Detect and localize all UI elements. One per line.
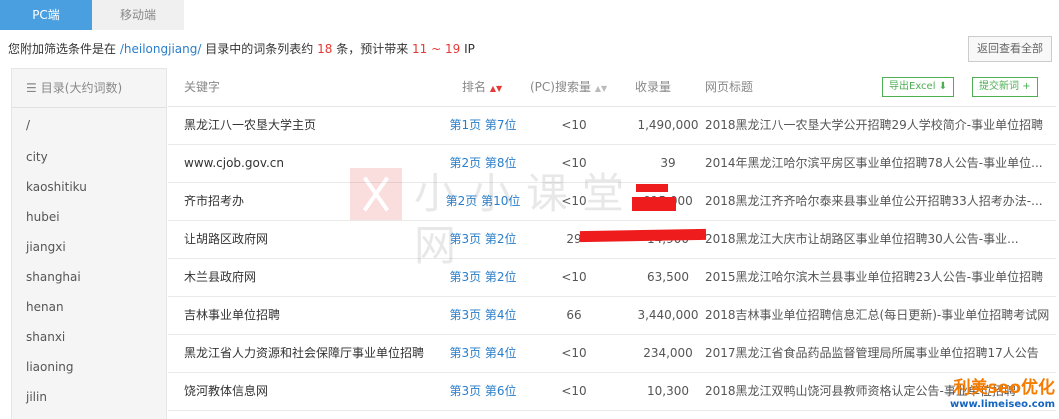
directory-sidebar: ☰ 目录(大约词数) / city kaoshitiku hubei jiangx… bbox=[11, 68, 167, 419]
sort-ascending-icon: ▲▼ bbox=[489, 84, 503, 93]
row-indexed-count: 3,440,000 bbox=[637, 308, 699, 322]
sidebar-header: ☰ 目录(大约词数) bbox=[12, 69, 166, 108]
filter-directory-link[interactable]: /heilongjiang/ bbox=[120, 42, 202, 56]
row-keyword: www.cjob.gov.cn bbox=[184, 156, 285, 170]
row-keyword: 黑龙江八一农垦大学主页 bbox=[184, 118, 317, 132]
sidebar-item-henan[interactable]: henan bbox=[12, 292, 166, 322]
filter-ip-high: 19 bbox=[445, 42, 461, 56]
redaction-mark bbox=[579, 228, 707, 243]
row-page-title: 2014年黑龙江哈尔滨平房区事业单位招聘78人公告-事业单位... bbox=[705, 156, 1043, 170]
row-keyword: 黑龙江省人力资源和社会保障厅事业单位招聘 bbox=[184, 346, 425, 360]
platform-tabs: PC端 移动端 bbox=[0, 0, 184, 30]
download-icon: ⬇ bbox=[938, 81, 948, 92]
row-indexed-count: 1,490,000 bbox=[637, 118, 699, 132]
sidebar-item-hubei[interactable]: hubei bbox=[12, 202, 166, 232]
table-row: 吉林事业单位招聘 第3页 第4位 66 3,440,000 2018吉林事业单位… bbox=[168, 297, 1056, 335]
row-indexed-count: 10,300 bbox=[647, 384, 689, 398]
filter-suffix: IP bbox=[464, 42, 475, 56]
table-row: 齐市招考办 第2页 第10位 <10 915,000 2018黑龙江齐齐哈尔泰来… bbox=[168, 183, 1056, 221]
column-search-volume[interactable]: (PC)搜索量 ▲▼ bbox=[530, 68, 607, 106]
row-search-volume: <10 bbox=[561, 346, 587, 360]
row-indexed-count: 234,000 bbox=[643, 346, 693, 360]
row-keyword: 吉林事业单位招聘 bbox=[184, 308, 281, 322]
row-rank-link[interactable]: 第1页 第7位 bbox=[438, 107, 528, 144]
sidebar-item-root[interactable]: / bbox=[12, 108, 166, 142]
row-keyword: 木兰县政府网 bbox=[184, 270, 257, 284]
row-keyword: 饶河教体信息网 bbox=[184, 384, 269, 398]
export-excel-button[interactable]: 导出Excel ⬇ bbox=[882, 77, 955, 97]
row-rank-link[interactable]: 第3页 第4位 bbox=[438, 297, 528, 334]
sidebar-item-city[interactable]: city bbox=[12, 142, 166, 172]
brand-title: 利美seo优化 bbox=[953, 378, 1055, 398]
row-rank-link[interactable]: 第3页 第4位 bbox=[438, 335, 528, 372]
row-search-volume: <10 bbox=[561, 194, 587, 208]
reset-view-all-button[interactable]: 返回查看全部 bbox=[968, 36, 1052, 62]
plus-icon: + bbox=[1022, 81, 1031, 92]
column-indexed: 收录量 bbox=[635, 80, 672, 94]
submit-new-word-button[interactable]: 提交新词 + bbox=[972, 77, 1038, 97]
sort-icon: ▲▼ bbox=[594, 84, 608, 93]
row-page-title: 2015黑龙江哈尔滨木兰县事业单位招聘23人公告-事业单位招聘 bbox=[705, 270, 1044, 284]
sidebar-item-jilin[interactable]: jilin bbox=[12, 382, 166, 412]
brand-watermark: 利美seo优化 www.limeiseo.com bbox=[950, 378, 1055, 411]
column-keyword: 关键字 bbox=[184, 80, 221, 94]
filter-ip-low: 11 bbox=[412, 42, 428, 56]
filter-tilde: ~ bbox=[431, 42, 442, 56]
row-search-volume: <10 bbox=[561, 384, 587, 398]
sidebar-item-jiangxi[interactable]: jiangxi bbox=[12, 232, 166, 262]
sidebar-item-liaoning[interactable]: liaoning bbox=[12, 352, 166, 382]
column-rank[interactable]: 排名 ▲▼ bbox=[462, 68, 502, 106]
redaction-mark bbox=[636, 184, 668, 192]
row-search-volume: 66 bbox=[566, 308, 582, 322]
tab-pc[interactable]: PC端 bbox=[0, 0, 92, 30]
tab-mobile[interactable]: 移动端 bbox=[92, 0, 184, 30]
filter-mid-text: 目录中的词条列表约 bbox=[205, 42, 314, 56]
filter-prefix: 您附加筛选条件是在 bbox=[8, 42, 117, 56]
table-row: 饶河教体信息网 第3页 第6位 <10 10,300 2018黑龙江双鸭山饶河县… bbox=[168, 373, 1056, 411]
row-page-title: 2018吉林事业单位招聘信息汇总(每日更新)-事业单位招聘考试网 bbox=[705, 308, 1050, 322]
table-row: www.cjob.gov.cn 第2页 第8位 <10 39 2014年黑龙江哈… bbox=[168, 145, 1056, 183]
table-header: 关键字 排名 ▲▼ (PC)搜索量 ▲▼ 收录量 网页标题 导出Excel ⬇ … bbox=[168, 68, 1056, 107]
row-search-volume: <10 bbox=[561, 118, 587, 132]
row-keyword: 齐市招考办 bbox=[184, 194, 245, 208]
row-page-title: 2018黑龙江八一农垦大学公开招聘29人学校简介-事业单位招聘 bbox=[705, 118, 1044, 132]
table-row: 黑龙江八一农垦大学主页 第1页 第7位 <10 1,490,000 2018黑龙… bbox=[168, 107, 1056, 145]
redaction-mark bbox=[632, 197, 676, 211]
table-row: 木兰县政府网 第3页 第2位 <10 63,500 2015黑龙江哈尔滨木兰县事… bbox=[168, 259, 1056, 297]
export-excel-label: 导出Excel bbox=[889, 81, 936, 92]
filter-summary: 您附加筛选条件是在 /heilongjiang/ 目录中的词条列表约 18 条，… bbox=[8, 40, 475, 57]
row-page-title: 2017黑龙江省食品药品监督管理局所属事业单位招聘17人公告 bbox=[705, 346, 1039, 360]
brand-url: www.limeiseo.com bbox=[950, 399, 1055, 410]
row-rank-link[interactable]: 第3页 第6位 bbox=[438, 373, 528, 410]
filter-count: 18 bbox=[317, 42, 333, 56]
column-rank-label: 排名 bbox=[462, 80, 487, 94]
row-rank-link[interactable]: 第2页 第8位 bbox=[438, 145, 528, 182]
filter-mid-text-2: 条，预计带来 bbox=[336, 42, 409, 56]
column-page-title: 网页标题 bbox=[705, 80, 754, 94]
row-rank-link[interactable]: 第2页 第10位 bbox=[438, 183, 528, 220]
row-search-volume: <10 bbox=[561, 156, 587, 170]
sidebar-item-shanxi[interactable]: shanxi bbox=[12, 322, 166, 352]
row-page-title: 2018黑龙江大庆市让胡路区事业单位招聘30人公告-事业... bbox=[705, 232, 1019, 246]
sidebar-header-label: 目录(大约词数) bbox=[40, 81, 123, 95]
sidebar-item-shanghai[interactable]: shanghai bbox=[12, 262, 166, 292]
row-page-title: 2018黑龙江齐齐哈尔泰来县事业单位公开招聘33人招考办法-... bbox=[705, 194, 1043, 208]
row-search-volume: <10 bbox=[561, 270, 587, 284]
list-icon: ☰ bbox=[26, 81, 37, 95]
row-indexed-count: 63,500 bbox=[647, 270, 689, 284]
row-rank-link[interactable]: 第3页 第2位 bbox=[438, 259, 528, 296]
column-search-label: (PC)搜索量 bbox=[530, 80, 591, 94]
submit-new-word-label: 提交新词 bbox=[979, 81, 1019, 92]
row-rank-link[interactable]: 第3页 第2位 bbox=[438, 221, 528, 258]
row-keyword: 让胡路区政府网 bbox=[184, 232, 269, 246]
table-row: 黑龙江省人力资源和社会保障厅事业单位招聘 第3页 第4位 <10 234,000… bbox=[168, 335, 1056, 373]
row-indexed-count: 39 bbox=[660, 156, 676, 170]
sidebar-item-kaoshitiku[interactable]: kaoshitiku bbox=[12, 172, 166, 202]
